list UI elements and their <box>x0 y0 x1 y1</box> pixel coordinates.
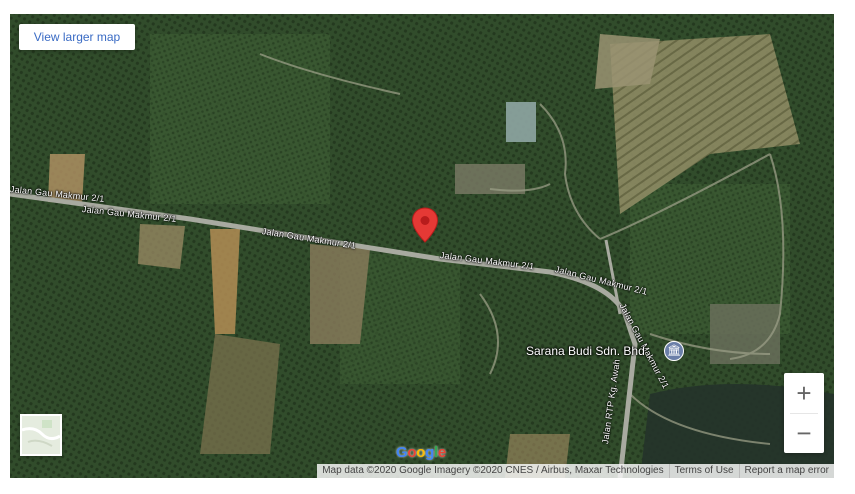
view-larger-map-button[interactable]: View larger map <box>19 24 135 50</box>
google-logo-letter: g <box>425 444 434 461</box>
attribution-bar: Map data ©2020 Google Imagery ©2020 CNES… <box>317 464 834 478</box>
poi-label[interactable]: Sarana Budi Sdn. Bhd <box>526 344 645 358</box>
map-type-toggle[interactable] <box>20 414 62 456</box>
google-logo-letter: G <box>396 444 408 461</box>
satellite-imagery <box>10 14 834 478</box>
map-data-attribution: Map data ©2020 Google Imagery ©2020 CNES… <box>322 465 664 476</box>
map-canvas[interactable]: View larger map Jalan Gau Makmur 2/1 Jal… <box>10 14 834 478</box>
museum-icon[interactable]: 🏛 <box>664 341 684 361</box>
terms-of-use-link[interactable]: Terms of Use <box>668 464 739 478</box>
report-map-error-link[interactable]: Report a map error <box>738 464 834 478</box>
google-logo-letter: o <box>407 444 417 461</box>
zoom-in-button[interactable]: + <box>784 373 824 413</box>
google-logo-letter: e <box>437 444 446 461</box>
map-pin-icon[interactable] <box>411 207 439 243</box>
google-logo: Google <box>396 444 446 461</box>
zoom-out-button[interactable]: − <box>784 413 824 453</box>
zoom-controls: + − <box>784 373 824 453</box>
google-logo-letter: o <box>416 444 426 461</box>
road-map-thumbnail-icon <box>22 416 60 454</box>
